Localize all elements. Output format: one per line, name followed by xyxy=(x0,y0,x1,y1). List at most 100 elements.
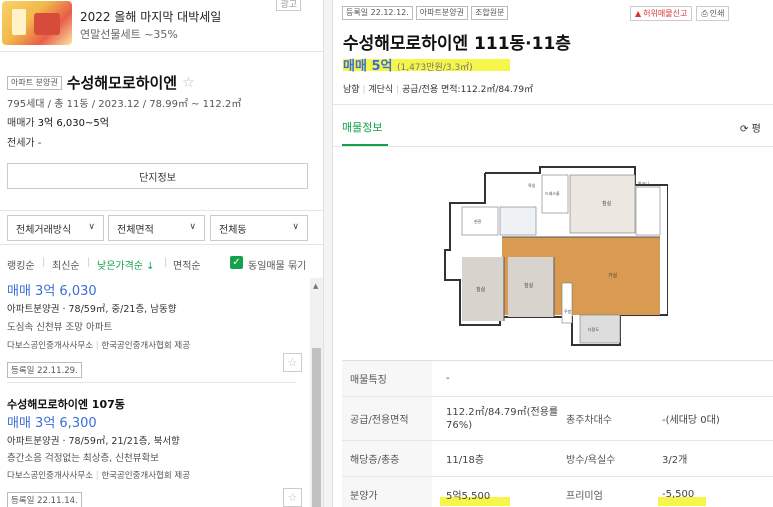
price-value: 매매 5억 xyxy=(343,59,393,74)
plan-label-room-big: 침실 xyxy=(602,200,612,207)
listing-agent: 다보스공인중개사사무소 | 한국공인중개사협회 제공 xyxy=(7,341,191,351)
row-label: 공급/전용면적 xyxy=(342,397,432,440)
ad-image xyxy=(2,1,72,45)
sort-ranking[interactable]: 랭킹순 xyxy=(7,257,35,272)
print-button[interactable]: ⎙ 인쇄 xyxy=(696,6,730,21)
jeonse-label: 전세가 xyxy=(7,138,35,149)
complex-info-button[interactable]: 단지정보 xyxy=(7,163,308,189)
sale-price-label: 매매가 xyxy=(7,118,35,129)
divider xyxy=(333,104,773,105)
row-label: 해당층/총층 xyxy=(342,441,432,476)
listing-source: 한국공인중개사협회 제공 xyxy=(101,471,191,481)
favorite-star-icon[interactable]: ☆ xyxy=(283,353,302,372)
row-value: 5억5,500 xyxy=(446,491,491,502)
scroll-up-icon[interactable]: ▲ xyxy=(313,282,318,290)
plan-label-bath: 욕실 xyxy=(528,182,536,188)
complex-header: 아파트 분양권 수성해모로하이엔 ☆ xyxy=(7,72,195,93)
same-listing-label[interactable]: 동일매물 묶기 xyxy=(248,257,306,272)
listing-meta: 남향 | 계단식 | 공급/전용 면적:112.2㎡/84.79㎡ xyxy=(343,85,534,95)
table-row: 매물특징 - xyxy=(342,361,773,397)
favorite-star-icon[interactable]: ☆ xyxy=(182,75,195,91)
sort-separator: | xyxy=(87,257,91,268)
panel-divider xyxy=(323,0,333,507)
listing-details: 아파트분양권 · 78/59㎡, 중/21층, 남동향 xyxy=(7,304,177,315)
report-button[interactable]: ▲ 허위매물신고 xyxy=(630,6,693,21)
sort-bar: 랭킹순 | 최신순 | 낮은가격순 ↓ | 면적순 ✓ 동일매물 묶기 xyxy=(0,252,323,276)
trade-type-select[interactable]: 전체거래방식 ∨ xyxy=(7,215,104,241)
complex-type-tag: 아파트 분양권 xyxy=(7,75,62,90)
plan-label-entrance: 현관 xyxy=(474,218,482,224)
row-label: 매물특징 xyxy=(342,361,432,396)
price-per-area: (1,473만원/3.3㎡) xyxy=(396,63,473,73)
listing-date: 등록일 22.11.14. xyxy=(7,492,82,507)
chevron-down-icon: ∨ xyxy=(189,222,196,232)
list-item[interactable]: 수성해모로하이엔 107동 매매 3억 6,300 아파트분양권 · 78/59… xyxy=(7,396,300,507)
listing-source: 한국공인중개사협회 제공 xyxy=(101,341,191,351)
listing-list: 매매 3억 6,030 아파트분양권 · 78/59㎡, 중/21층, 남동향 … xyxy=(0,278,310,507)
complex-sale-price: 매매가 3억 6,030~5억 xyxy=(7,114,109,129)
building-value: 전체동 xyxy=(219,224,247,236)
sort-latest[interactable]: 최신순 xyxy=(52,257,80,272)
property-type-tag: 아파트분양권 xyxy=(415,6,468,20)
refresh-button[interactable]: ⟳ 평 xyxy=(740,120,761,135)
listing-price: 매매 3억 6,300 xyxy=(7,416,97,431)
filter-bar: 전체거래방식 ∨ 전체면적 ∨ 전체동 ∨ xyxy=(0,210,323,245)
row-value: 112.2㎡/84.79㎡(전용률76%) xyxy=(446,406,559,431)
area-select[interactable]: 전체면적 ∨ xyxy=(108,215,205,241)
siren-icon: ▲ xyxy=(635,9,642,18)
detail-tags: 등록일 22.12.12. 아파트분양권 조합원분 xyxy=(342,6,509,20)
app-root: 2022 올해 마지막 대박세일 연말선물세트 ~35% 광고 아파트 분양권 … xyxy=(0,0,773,507)
registered-date-tag: 등록일 22.12.12. xyxy=(342,6,413,20)
row-label-2: 프리미엄 xyxy=(566,491,603,502)
area-value: 전체면적 xyxy=(117,224,154,236)
agent-name[interactable]: 다보스공인중개사사무소 xyxy=(7,471,93,481)
listing-title: 수성해모로하이엔 107동 xyxy=(7,398,125,411)
listing-price: 매매 5억 (1,473만원/3.3㎡) xyxy=(343,55,473,74)
plan-label-kitchen: 주방 xyxy=(564,308,572,314)
chevron-down-icon: ∨ xyxy=(88,222,95,232)
ad-subtitle: 연말선물세트 ~35% xyxy=(80,28,178,41)
row-value-2: -5,500 xyxy=(662,489,695,500)
report-label: 허위매물신고 xyxy=(643,9,688,18)
listing-title: 수성해모로하이엔 111동·11층 xyxy=(343,34,571,54)
listing-info-table: 매물특징 - 공급/전용면적 112.2㎡/84.79㎡(전용률76%) 총주차… xyxy=(342,360,773,507)
ad-badge[interactable]: 광고 xyxy=(276,0,301,11)
row-value-2: -(세대당 0대) xyxy=(662,415,720,426)
jeonse-value: - xyxy=(37,138,42,149)
listing-date: 등록일 22.11.29. xyxy=(7,362,82,378)
trade-type-value: 전체거래방식 xyxy=(16,224,72,236)
divider xyxy=(333,146,773,147)
floor-plan-image[interactable]: 침실 드레스룸 욕실 발코니 현관 거실 침실 침실 주방 다용도 xyxy=(440,165,668,350)
print-label: 인쇄 xyxy=(709,9,725,18)
tab-listing-info[interactable]: 매물정보 xyxy=(342,119,382,135)
row-label-2: 총주차대수 xyxy=(566,415,612,426)
row-value: 11/18층 xyxy=(446,455,485,466)
table-row: 공급/전용면적 112.2㎡/84.79㎡(전용률76%) 총주차대수 -(세대… xyxy=(342,397,773,441)
complex-panel: 2022 올해 마지막 대박세일 연말선물세트 ~35% 광고 아파트 분양권 … xyxy=(0,0,323,507)
structure: 계단식 xyxy=(368,85,394,95)
row-label: 분양가 xyxy=(342,477,432,507)
scrollbar-thumb[interactable] xyxy=(312,348,321,507)
refresh-label: 평 xyxy=(751,124,761,135)
listing-details: 아파트분양권 · 78/59㎡, 21/21층, 북서향 xyxy=(7,436,180,447)
refresh-icon: ⟳ xyxy=(740,124,749,135)
sort-lowest-price[interactable]: 낮은가격순 ↓ xyxy=(97,257,155,272)
checkbox-checked-icon[interactable]: ✓ xyxy=(230,256,243,269)
plan-label-room2: 침실 xyxy=(476,286,486,293)
plan-label-room3: 침실 xyxy=(524,282,534,289)
direction: 남향 xyxy=(343,85,360,95)
list-item[interactable]: 매매 3억 6,030 아파트분양권 · 78/59㎡, 중/21층, 남동향 … xyxy=(7,280,300,378)
building-select[interactable]: 전체동 ∨ xyxy=(210,215,308,241)
scrollbar[interactable]: ▲ xyxy=(310,278,323,507)
listing-description: 도심속 신천뷰 조망 아파트 xyxy=(7,322,113,333)
agent-name[interactable]: 다보스공인중개사사무소 xyxy=(7,341,93,351)
favorite-star-icon[interactable]: ☆ xyxy=(283,488,302,507)
plan-label-util: 다용도 xyxy=(588,326,599,332)
sort-area[interactable]: 면적순 xyxy=(173,257,201,272)
ad-banner[interactable]: 2022 올해 마지막 대박세일 연말선물세트 ~35% 광고 xyxy=(0,0,323,52)
listing-detail-panel: 등록일 22.12.12. 아파트분양권 조합원분 ▲ 허위매물신고 ⎙ 인쇄 … xyxy=(333,0,773,507)
ad-title: 2022 올해 마지막 대박세일 xyxy=(80,10,222,24)
listing-description: 층간소음 걱정없는 최상층, 신천뷰확보 xyxy=(7,453,159,464)
complex-info: 795세대 / 총 11동 / 2023.12 / 78.99㎡ ~ 112.2… xyxy=(7,99,242,110)
divider xyxy=(7,382,296,383)
